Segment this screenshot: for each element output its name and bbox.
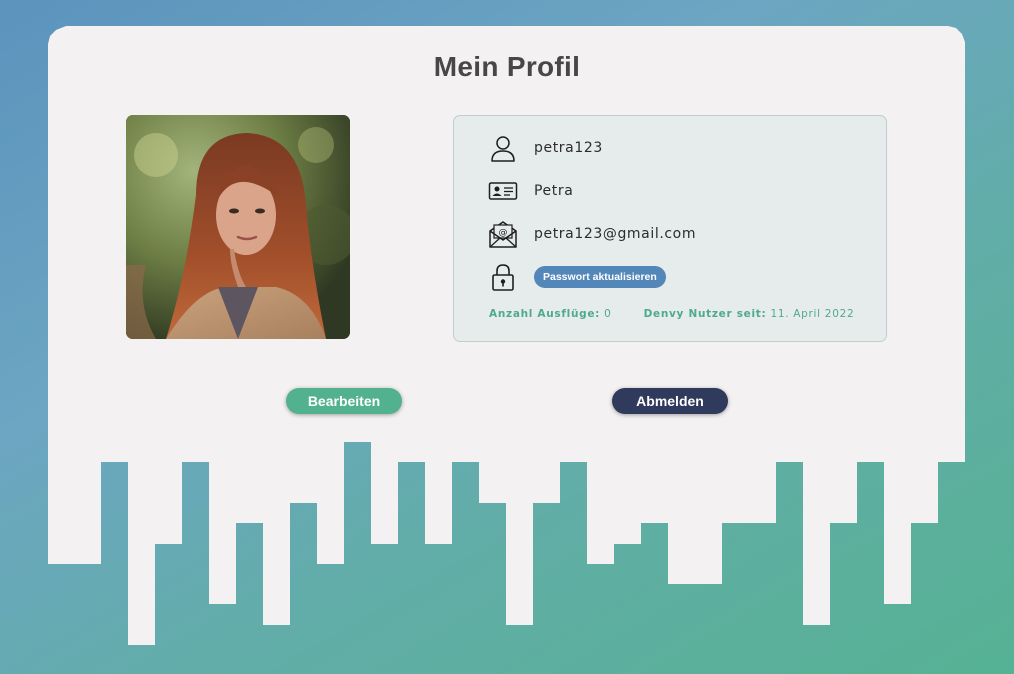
member-since-value: 11. April 2022 — [770, 308, 855, 320]
logout-button[interactable]: Abmelden — [612, 388, 728, 414]
id-card-icon — [488, 176, 518, 206]
svg-text:@: @ — [499, 228, 508, 238]
edit-button[interactable]: Bearbeiten — [286, 388, 402, 414]
trips-value: 0 — [604, 308, 612, 320]
lock-icon — [488, 262, 518, 292]
profile-info-panel: petra123 Petra @ petra123@gmail.com Pass… — [453, 115, 887, 342]
name-value: Petra — [534, 183, 574, 199]
update-password-button[interactable]: Passwort aktualisieren — [534, 266, 666, 288]
email-value: petra123@gmail.com — [534, 226, 697, 242]
trips-label: Anzahl Ausflüge: — [489, 308, 601, 320]
profile-photo — [126, 115, 350, 339]
username-value: petra123 — [534, 140, 603, 156]
page-title: Mein Profil — [433, 51, 581, 82]
email-icon: @ — [488, 219, 518, 249]
profile-stats: Anzahl Ausflüge: 0 Denvy Nutzer seit: 11… — [489, 308, 854, 320]
user-icon — [488, 133, 518, 163]
member-since-label: Denvy Nutzer seit: — [643, 308, 767, 320]
